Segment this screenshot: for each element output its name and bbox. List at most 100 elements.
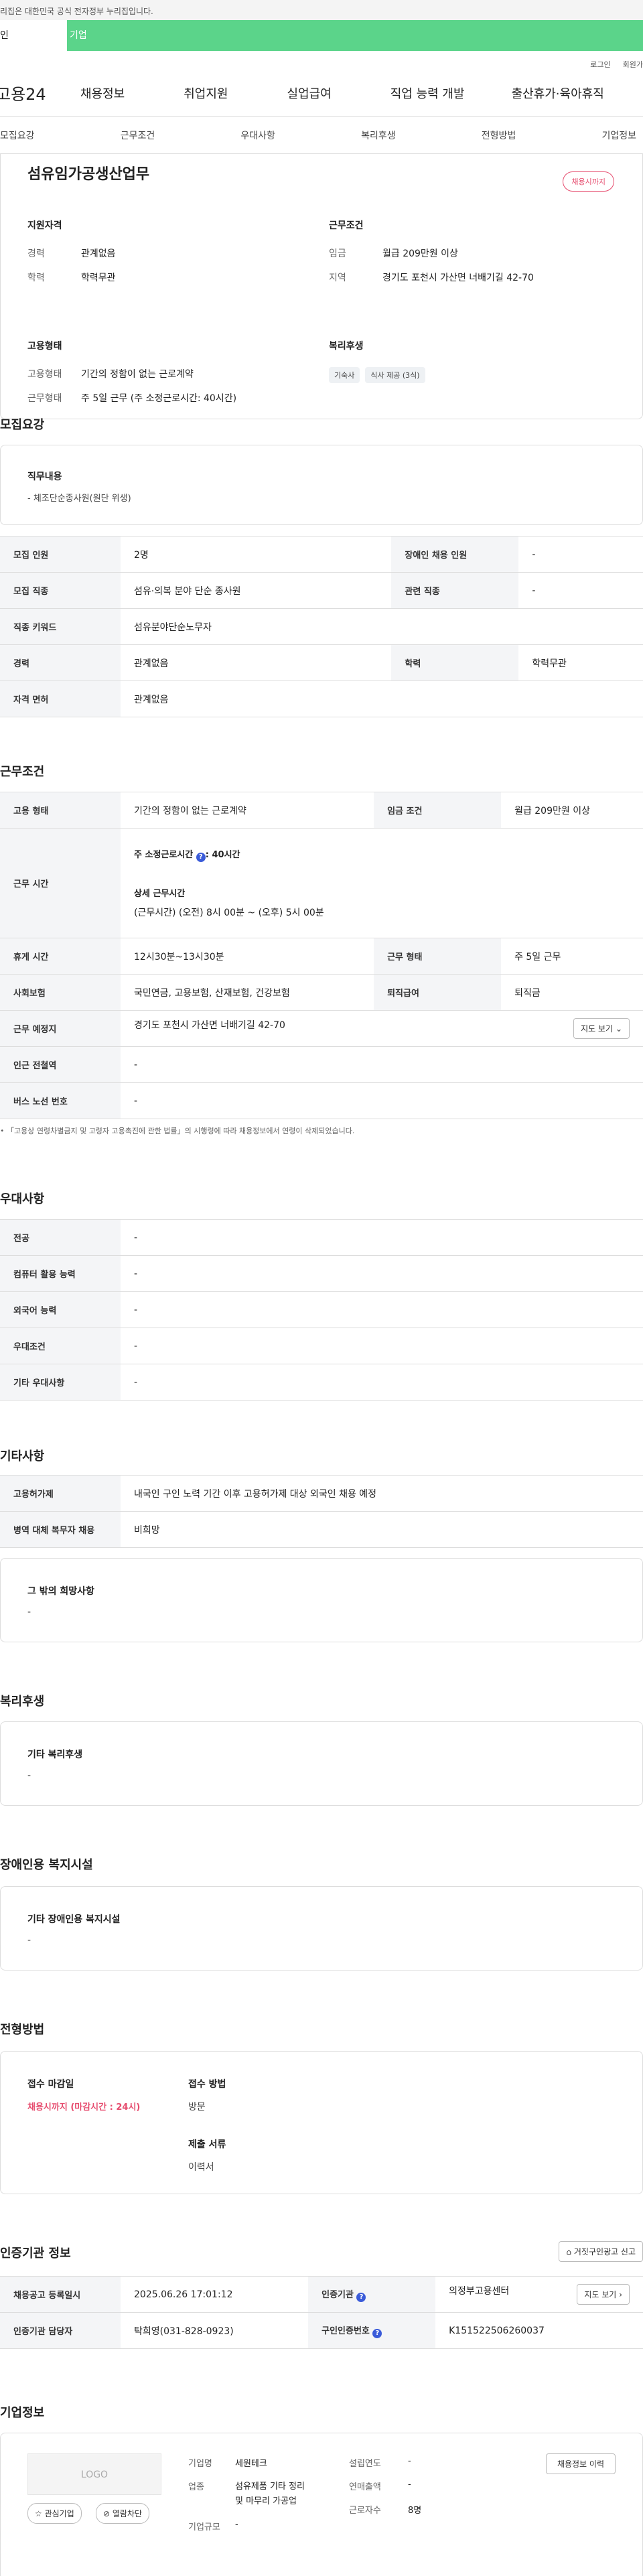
cell-label: 기타 우대사항	[0, 1364, 121, 1401]
cell-value: K151522506260037	[435, 2312, 643, 2349]
industry-value: 섬유제품 기타 정리 및 마무리 가공업	[235, 2482, 305, 2507]
cell-label: 관련 직종	[391, 572, 519, 609]
job-history-button[interactable]: 채용정보 이력	[545, 2453, 616, 2474]
place-cell: 경기도 포천시 가산면 너배기길 42-70 지도 보기 ⌄	[121, 1010, 643, 1047]
section-nav-recruit[interactable]: 모집요강	[0, 129, 35, 142]
user-type-tabs: 인 기업	[0, 20, 643, 51]
cell-label: 장애인 채용 인원	[391, 536, 519, 573]
pref-section-title: 우대사항	[0, 1192, 45, 1206]
cell-value: 섬유·의복 분야 단순 종사원	[121, 572, 392, 609]
table-row: 버스 노선 번호 -	[0, 1082, 643, 1119]
gnb-item-leave[interactable]: 출산휴가·육아휴직	[512, 84, 604, 102]
signup-link[interactable]: 회원가	[623, 59, 643, 70]
table-row: 컴퓨터 활용 능력 -	[0, 1255, 643, 1292]
welfare-box: 기타 복리후생 -	[0, 1721, 643, 1806]
section-nav-welfare[interactable]: 복리후생	[361, 129, 396, 142]
gnb-item-jobs[interactable]: 채용정보	[80, 84, 125, 102]
age-notice-text: 「고용상 연령차별금지 및 고령자 고용촉진에 관한 법률」의 시행령에 따라 …	[7, 1127, 355, 1135]
work-section-title: 근무조건	[0, 765, 45, 779]
status-badge: 채용시까지	[563, 171, 614, 192]
cell-value: 내국인 구인 노력 기간 이후 고용허가제 대상 외국인 채용 예정	[121, 1475, 643, 1512]
cell-label: 모집 직종	[0, 572, 121, 609]
gnb-item-unemployment[interactable]: 실업급여	[287, 84, 332, 102]
disabled-box-title: 기타 장애인용 복지시설	[27, 1914, 121, 1925]
favorite-company-label: 관심기업	[44, 2509, 74, 2518]
info-icon[interactable]: ?	[196, 853, 206, 862]
cell-label: 학력	[391, 644, 519, 681]
cell-label: 휴게 시간	[0, 938, 121, 975]
table-row: 모집 직종 섬유·의복 분야 단순 종사원 관련 직종 -	[0, 572, 643, 609]
cell-label: 인증기관 담당자	[0, 2312, 121, 2349]
org-map-button[interactable]: 지도 보기 ›	[577, 2284, 630, 2305]
cell-label: 경력	[0, 644, 121, 681]
company-name-label: 기업명	[188, 2459, 212, 2469]
false-ad-report-label: 거짓구인광고 신고	[573, 2247, 636, 2257]
cell-value: 섬유분야단순노무자	[121, 608, 643, 645]
employees-value: 8명	[408, 2506, 422, 2516]
wage-value: 월급 209만원 이상	[382, 248, 458, 259]
region-label: 지역	[329, 273, 346, 283]
qualification-block: 지원자격 경력 관계없음 학력 학력무관	[27, 218, 116, 295]
org-label: 인증기관	[322, 2289, 354, 2300]
employment-block: 고용형태 고용형태 기간의 정함이 없는 근로계약 근무형태 주 5일 근무 (주 …	[27, 339, 236, 415]
section-nav-pref[interactable]: 우대사항	[240, 129, 275, 142]
cell-label: 근무 시간	[0, 828, 121, 938]
false-ad-report-button[interactable]: ⌂ 거짓구인광고 신고	[559, 2241, 643, 2262]
gnb-item-employment[interactable]: 취업지원	[184, 84, 228, 102]
cell-label: 고용허가제	[0, 1475, 121, 1512]
tab-company[interactable]: 기업	[67, 20, 134, 51]
tab-person[interactable]: 인	[0, 20, 67, 51]
map-button[interactable]: 지도 보기 ⌄	[573, 1018, 630, 1039]
table-row: 근무 시간 주 소정근로시간 ?: 40시간 상세 근무시간 (근무시간) (오…	[0, 828, 643, 938]
education-value: 학력무관	[81, 273, 116, 283]
chevron-down-icon: ⌄	[615, 1024, 622, 1033]
cell-label: 근무 형태	[374, 938, 502, 975]
gnb-item-training[interactable]: 직업 능력 개발	[390, 84, 465, 102]
section-nav-work[interactable]: 근무조건	[121, 129, 155, 142]
cell-label: 자격 면허	[0, 681, 121, 717]
table-row: 고용허가제 내국인 구인 노력 기간 이후 고용허가제 대상 외국인 채용 예정	[0, 1475, 643, 1512]
recruit-table: 모집 인원 2명 장애인 채용 인원 - 모집 직종 섬유·의복 분야 단순 종사원 관련…	[0, 536, 643, 717]
founded-label: 설립연도	[349, 2459, 381, 2469]
work-form-label: 근무형태	[27, 393, 62, 404]
cell-value: -	[121, 1364, 643, 1401]
weekly-hours-value: : 40시간	[205, 850, 240, 860]
sales-value: -	[408, 2480, 411, 2490]
method-value: 방문	[188, 2102, 206, 2113]
industry-label: 업종	[188, 2482, 204, 2492]
site-logo[interactable]: 고용24	[0, 81, 70, 104]
info-icon[interactable]: ?	[372, 2328, 382, 2338]
disabled-box-value: -	[27, 1935, 31, 1946]
cell-value: 관계없음	[121, 644, 392, 681]
info-icon[interactable]: ?	[356, 2292, 366, 2302]
other-wish-box: 그 밖의 희망사항 -	[0, 1558, 643, 1642]
hours-detail-value: (근무시간) (오전) 8시 00분 ~ (오후) 5시 00분	[134, 908, 324, 918]
block-view-label: 열람차단	[112, 2509, 143, 2518]
company-name-value: 세원테크	[235, 2459, 267, 2469]
welfare-chip-dormitory: 기숙사	[329, 367, 360, 383]
emp-type-label: 고용형태	[27, 369, 62, 380]
cell-label: 모집 인원	[0, 536, 121, 573]
table-row: 외국어 능력 -	[0, 1291, 643, 1328]
etc-section-title: 기타사항	[0, 1449, 45, 1463]
favorite-company-button[interactable]: ☆ 관심기업	[27, 2503, 82, 2524]
star-icon: ☆	[35, 2509, 42, 2518]
cell-label: 근무 예정지	[0, 1010, 121, 1047]
cell-value: 2명	[121, 536, 392, 573]
table-row: 자격 면허 관계없음	[0, 681, 643, 717]
cell-label: 퇴직급여	[374, 974, 502, 1011]
welfare-summary-block: 복리후생 기숙사 식사 제공 (3식)	[329, 339, 431, 383]
section-nav-company[interactable]: 기업정보	[601, 129, 636, 142]
login-link[interactable]: 로그인	[590, 59, 610, 70]
work-table: 고용 형태 기간의 정함이 없는 근로계약 임금 조건 월급 209만원 이상 근무 …	[0, 792, 643, 1119]
place-value: 경기도 포천시 가산면 너배기길 42-70	[134, 1020, 285, 1031]
table-row: 모집 인원 2명 장애인 채용 인원 -	[0, 536, 643, 573]
career-value: 관계없음	[81, 248, 116, 259]
block-view-button[interactable]: ⊘ 열람차단	[96, 2503, 150, 2524]
table-row: 고용 형태 기간의 정함이 없는 근로계약 임금 조건 월급 209만원 이상	[0, 792, 643, 829]
block-icon: ⊘	[103, 2509, 111, 2518]
table-row: 직종 키워드 섬유분야단순노무자	[0, 608, 643, 645]
table-row: 경력 관계없음 학력 학력무관	[0, 644, 643, 681]
section-nav-selection[interactable]: 전형방법	[482, 129, 516, 142]
selection-section-title: 전형방법	[0, 2023, 45, 2037]
